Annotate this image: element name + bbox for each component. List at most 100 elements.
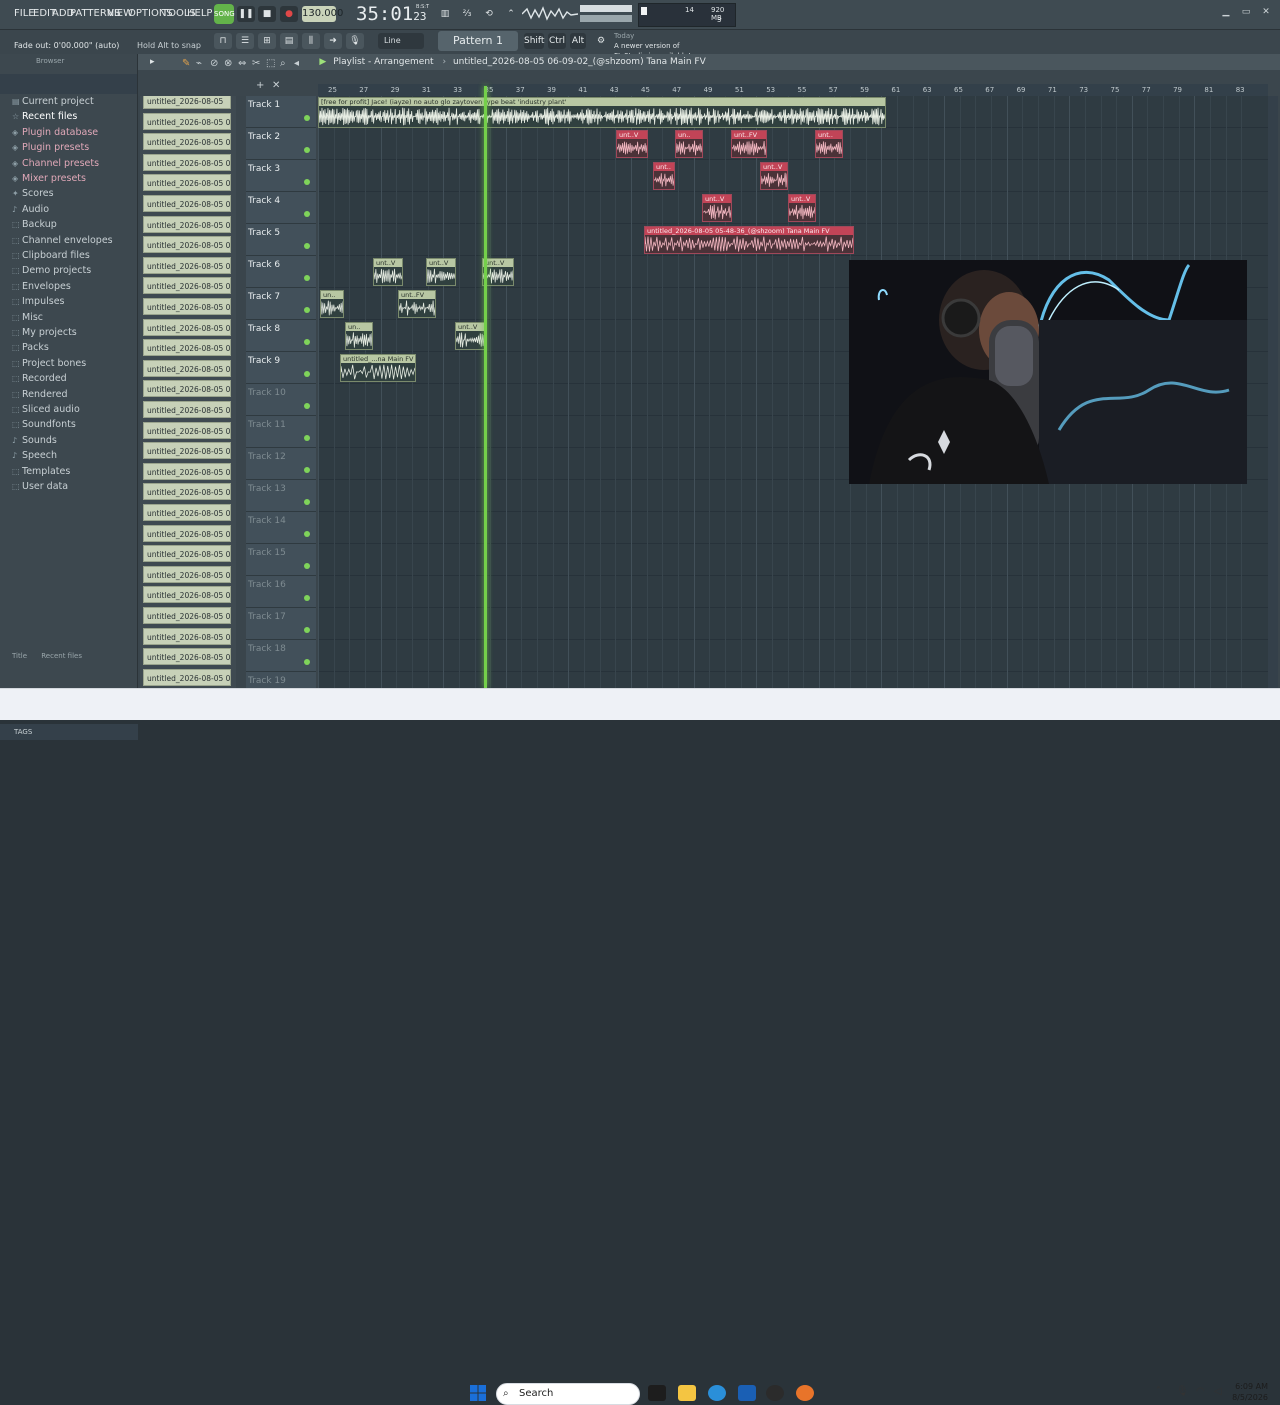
tags-bar[interactable]: TAGS [0, 724, 138, 740]
ctrl-modifier[interactable]: Ctrl [548, 33, 566, 49]
track-header[interactable]: Track 8 [246, 320, 316, 352]
pattern-item[interactable]: untitled_2026-08-05 06- [143, 401, 231, 418]
track-mute-led[interactable] [304, 403, 310, 409]
pattern-item[interactable]: untitled_2026-08-05 05- [143, 236, 231, 254]
playlist-play-icon[interactable]: ▶ [319, 57, 326, 67]
task-view-icon[interactable] [648, 1385, 666, 1401]
playhead[interactable] [484, 86, 487, 688]
pattern-item[interactable]: untitled_2026-08-05 [143, 94, 231, 109]
mixer-button[interactable]: ☰ [236, 33, 254, 49]
tray-chevron-icon[interactable]: ˄ [1156, 1386, 1161, 1397]
timeline-ruler[interactable]: 25 27 29 31 33 35 37 39 41 43 45 47 49 51 53 55 57 59 61 63… [318, 84, 1268, 96]
browser-item[interactable]: ⬚ Rendered [12, 389, 68, 400]
browser-item[interactable]: ⬚ Project bones [12, 358, 86, 369]
audio-clip[interactable]: unt..V [455, 322, 485, 350]
browser-item[interactable]: ⬚ Misc [12, 312, 43, 323]
pattern-item[interactable]: untitled_2026-08-05 05- [143, 339, 231, 357]
slip-icon[interactable]: ⇔ [238, 58, 246, 69]
browser-item[interactable]: ⬚ Demo projects [12, 265, 91, 276]
track-mute-led[interactable] [304, 275, 310, 281]
microphone-tray-icon[interactable]: 🎙 [1176, 1386, 1189, 1397]
taskbar-search[interactable]: ⌕ Search [496, 1383, 640, 1405]
slice-icon[interactable]: ✂ [252, 58, 260, 69]
track-mute-led[interactable] [304, 563, 310, 569]
snap-magnet-button[interactable]: ⊓ [214, 33, 232, 49]
browser-item[interactable]: ♪ Sounds [12, 435, 57, 446]
wifi-icon[interactable]: ◠ [1196, 1386, 1205, 1397]
pattern-item[interactable]: untitled_2026-08-05 06- [143, 462, 231, 480]
playlist-button[interactable]: ⫼ [302, 33, 320, 49]
audio-clip[interactable]: un.. [345, 322, 373, 350]
audio-clip[interactable]: untitled_...na Main FV [340, 354, 416, 382]
browser-item[interactable]: ▤ Current project [12, 96, 94, 107]
track-mute-led[interactable] [304, 179, 310, 185]
add-track-icon[interactable]: + [256, 80, 264, 91]
track-header[interactable]: Track 14 [246, 512, 316, 544]
pattern-item[interactable]: untitled_2026-08-05 05- [143, 195, 231, 212]
browser-button[interactable]: ➜ [324, 33, 342, 49]
track-header[interactable]: Track 4 [246, 192, 316, 224]
track-header[interactable]: Track 7 [246, 288, 316, 320]
browser-item[interactable]: ✦ Scores [12, 188, 54, 199]
track-mute-led[interactable] [304, 467, 310, 473]
snap-mode-select[interactable]: Line [378, 33, 424, 49]
browser-item[interactable]: ♪ Speech [12, 450, 57, 461]
song-mode-button[interactable]: SONG [214, 4, 235, 24]
file-explorer-icon[interactable] [678, 1385, 696, 1401]
track-header[interactable]: Track 10 [246, 384, 316, 416]
browser-item[interactable]: ⬚ Backup [12, 219, 57, 230]
mute-icon[interactable]: ⊗ [224, 58, 232, 69]
audio-clip[interactable]: unt..V [702, 194, 732, 222]
pencil-icon[interactable]: ✎ [182, 58, 190, 69]
shift-modifier[interactable]: Shift [524, 33, 544, 49]
maximize-icon[interactable]: ▭ [1238, 7, 1254, 21]
edge-browser-icon[interactable] [708, 1385, 726, 1401]
volume-icon[interactable]: ◁ [1214, 1386, 1222, 1397]
track-header[interactable]: Track 12 [246, 448, 316, 480]
blend-notes-button[interactable]: ⌃ [502, 6, 520, 22]
minimize-icon[interactable]: ▁ [1218, 7, 1234, 21]
menu-help[interactable]: HELP [187, 8, 212, 19]
delete-icon[interactable]: ⊘ [210, 58, 218, 69]
browser-item[interactable]: ⬚ Channel envelopes [12, 235, 113, 246]
track-mute-led[interactable] [304, 147, 310, 153]
track-mute-led[interactable] [304, 627, 310, 633]
browser-item[interactable]: ◈ Mixer presets [12, 173, 86, 184]
browser-item[interactable]: ♪ Audio [12, 204, 49, 215]
recording-button[interactable]: 🎙 [346, 33, 364, 49]
piano-roll-button[interactable]: ▤ [280, 33, 298, 49]
select-icon[interactable]: ⬚ [266, 58, 275, 69]
typing-keyboard-button[interactable]: ▥ [436, 6, 454, 22]
track-mute-led[interactable] [304, 499, 310, 505]
pattern-item[interactable]: untitled_2026-08-05 05- [143, 256, 231, 274]
track-header[interactable]: Track 17 [246, 608, 316, 640]
zoom-icon[interactable]: ⌕ [280, 58, 286, 69]
browser-item[interactable]: ◈ Channel presets [12, 158, 99, 169]
audio-clip[interactable]: unt..FV [731, 130, 767, 158]
track-mute-led[interactable] [304, 531, 310, 537]
audio-clip[interactable]: unt..V [760, 162, 788, 190]
track-header[interactable]: Track 6 [246, 256, 316, 288]
track-mute-led[interactable] [304, 115, 310, 121]
remove-track-icon[interactable]: ✕ [272, 80, 280, 91]
browser-item[interactable]: ⬚ Templates [12, 466, 70, 477]
close-icon[interactable]: ✕ [1258, 7, 1274, 21]
browser-item[interactable]: ⬚ Clipboard files [12, 250, 90, 261]
track-header[interactable]: Track 11 [246, 416, 316, 448]
audio-clip[interactable]: unt..V [426, 258, 456, 286]
pattern-item[interactable]: untitled_2026-08-05 05- [143, 359, 231, 377]
pattern-item[interactable]: untitled_2026-08-05 06- [143, 483, 231, 501]
obs-icon[interactable] [766, 1385, 784, 1401]
pattern-item[interactable]: untitled_2026-08-05 06- [143, 545, 231, 563]
pattern-item[interactable]: untitled_2026-08-05 06- [143, 504, 231, 521]
track-header[interactable]: Track 15 [246, 544, 316, 576]
pattern-item[interactable]: untitled_2026-08-05 05- [143, 174, 231, 192]
audio-clip[interactable]: unt..V [373, 258, 403, 286]
track-header[interactable]: Track 13 [246, 480, 316, 512]
audio-clip[interactable]: unt..V [788, 194, 816, 222]
pattern-item[interactable]: untitled_2026-08-05 06- [143, 565, 231, 583]
pattern-item[interactable]: untitled_2026-08-05 06- [143, 524, 231, 542]
pattern-item[interactable]: untitled_2026-08-05 05- [143, 215, 231, 233]
pattern-item[interactable]: untitled_2026-08-05 05- [143, 298, 231, 315]
loop-record-button[interactable]: ⟲ [480, 6, 498, 22]
